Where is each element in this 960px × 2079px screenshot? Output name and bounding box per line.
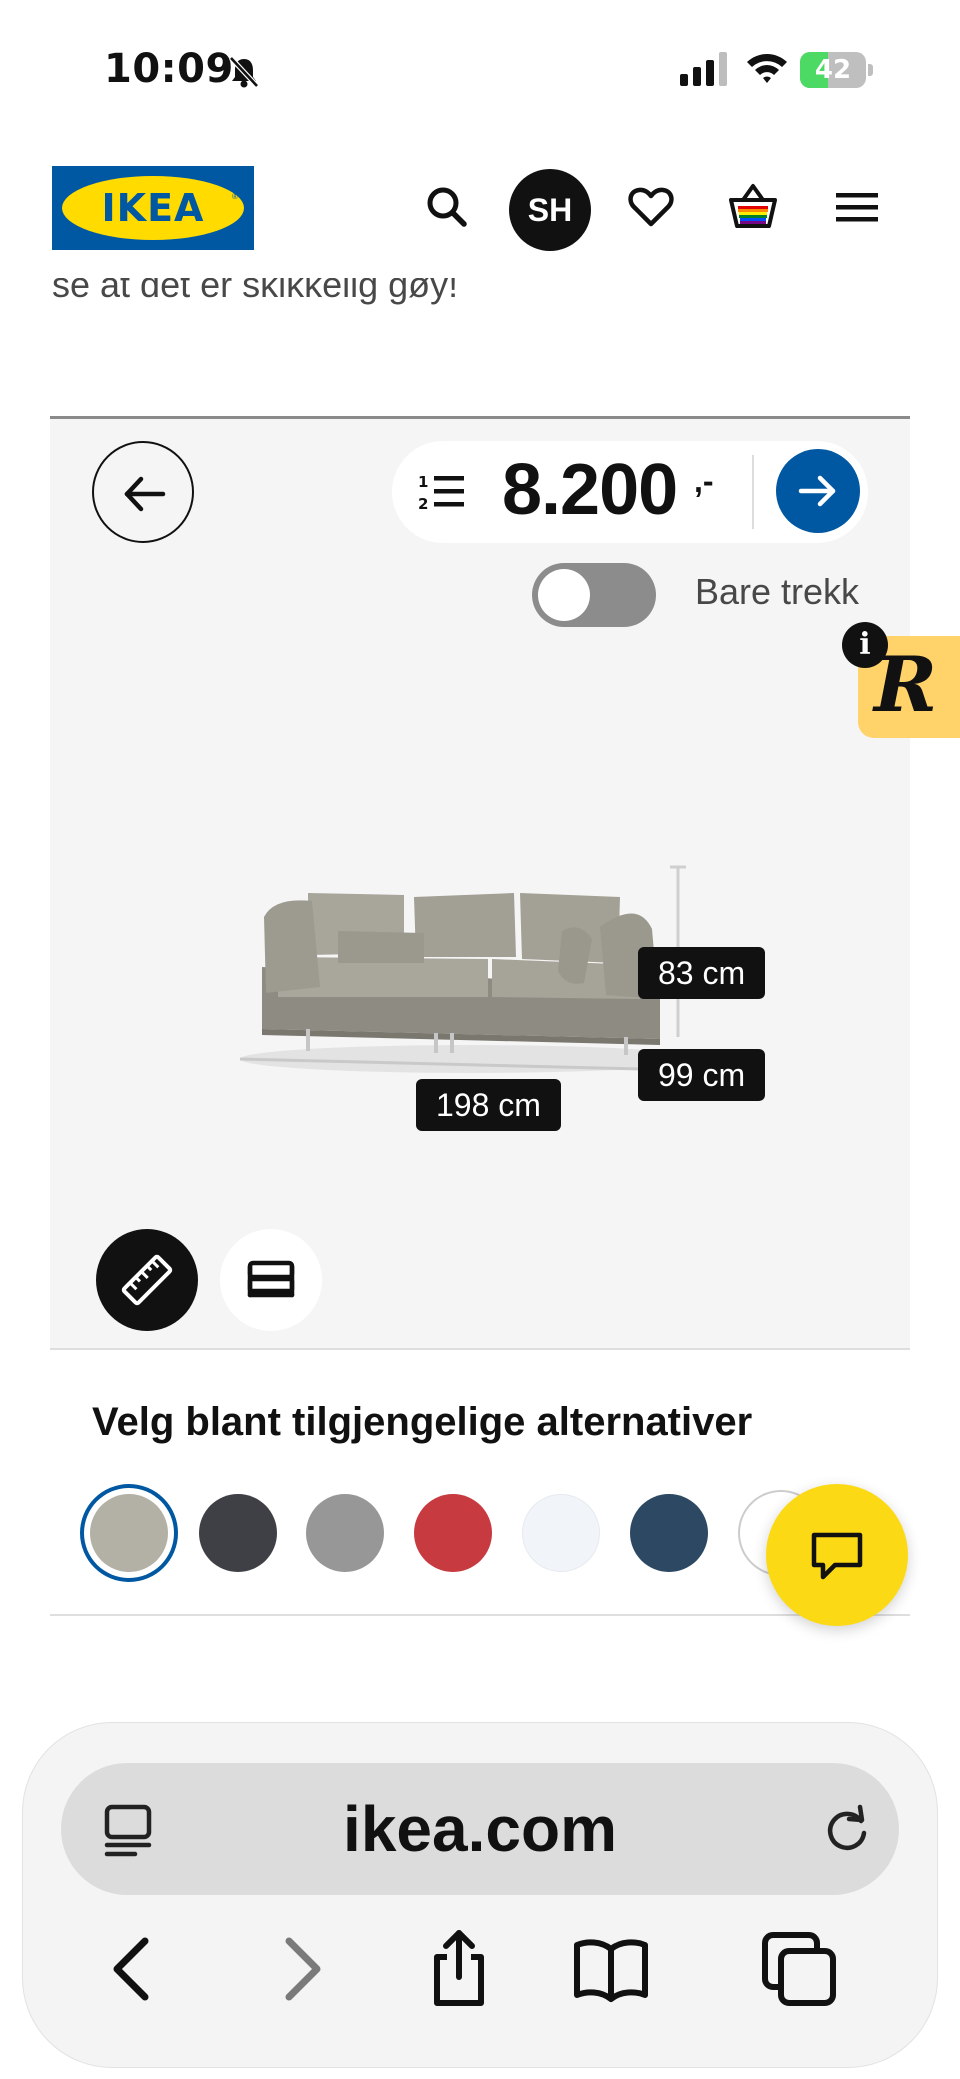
search-icon[interactable] (420, 180, 474, 234)
next-button[interactable] (776, 449, 860, 533)
chat-button[interactable] (766, 1484, 908, 1626)
section-divider (50, 1614, 910, 1616)
color-swatch[interactable] (630, 1494, 708, 1572)
price-summary: 1 2 8.200 ,- (392, 441, 868, 543)
share-icon[interactable] (419, 1929, 499, 2009)
price-value: 8.200 (502, 450, 678, 530)
svg-text:2: 2 (418, 495, 428, 513)
description-text: se at det er skikkelig gøy! (52, 278, 459, 305)
color-swatch[interactable] (306, 1494, 384, 1572)
price-divider (752, 455, 754, 529)
site-header: IKEA ® SH (0, 150, 960, 270)
browser-toolbar: ikea.com (22, 1722, 938, 2068)
toggle-knob (538, 569, 590, 621)
cellular-signal-icon (680, 52, 727, 86)
cover-only-toggle[interactable] (532, 563, 656, 627)
chat-bubble-icon (811, 1532, 863, 1580)
measurements-button[interactable] (96, 1229, 198, 1331)
bell-muted-icon (229, 56, 259, 88)
product-configurator: 1 2 8.200 ,- Bare trekk 83 cm 99 cm 198 … (50, 416, 910, 1350)
ikea-logo[interactable]: IKEA ® (52, 166, 254, 250)
arrow-left-icon (124, 476, 166, 512)
heart-icon[interactable] (624, 180, 678, 234)
basket-icon[interactable] (726, 180, 780, 234)
battery-percentage: 42 (814, 55, 852, 85)
battery-indicator: 42 (800, 52, 874, 88)
browser-back-icon[interactable] (93, 1929, 173, 2009)
color-swatch[interactable] (199, 1494, 277, 1572)
color-swatch[interactable] (522, 1494, 600, 1572)
ruler-icon (121, 1254, 173, 1306)
bookmarks-icon[interactable] (571, 1929, 651, 2009)
reload-icon[interactable] (819, 1801, 875, 1857)
profile-avatar[interactable]: SH (509, 169, 591, 251)
cover-only-label: Bare trekk (695, 571, 860, 612)
url-text: ikea.com (343, 1793, 617, 1865)
logo-text: IKEA (101, 186, 205, 230)
height-dimension-badge: 83 cm (638, 947, 766, 999)
price-suffix: ,- (694, 463, 714, 499)
sofa-room-icon (247, 1260, 295, 1298)
alternatives-heading: Velg blant tilgjengelige alternativer (92, 1400, 753, 1444)
browser-forward-icon[interactable] (261, 1929, 341, 2009)
back-button[interactable] (92, 441, 194, 543)
width-dimension-badge: 198 cm (416, 1079, 561, 1131)
color-swatch[interactable] (90, 1494, 168, 1572)
svg-text:1: 1 (418, 473, 428, 491)
wifi-icon (747, 54, 787, 83)
info-icon[interactable]: i (842, 622, 888, 668)
depth-dimension-badge: 99 cm (638, 1049, 766, 1101)
menu-icon[interactable] (830, 180, 884, 234)
numbered-list-icon[interactable]: 1 2 (416, 471, 466, 513)
room-view-button[interactable] (220, 1229, 322, 1331)
status-bar: 10:09 42 (0, 0, 960, 140)
tabs-icon[interactable] (759, 1929, 839, 2009)
color-swatch[interactable] (414, 1494, 492, 1572)
address-bar[interactable]: ikea.com (61, 1763, 899, 1895)
status-time: 10:09 (104, 46, 234, 92)
arrow-right-icon (798, 475, 836, 507)
